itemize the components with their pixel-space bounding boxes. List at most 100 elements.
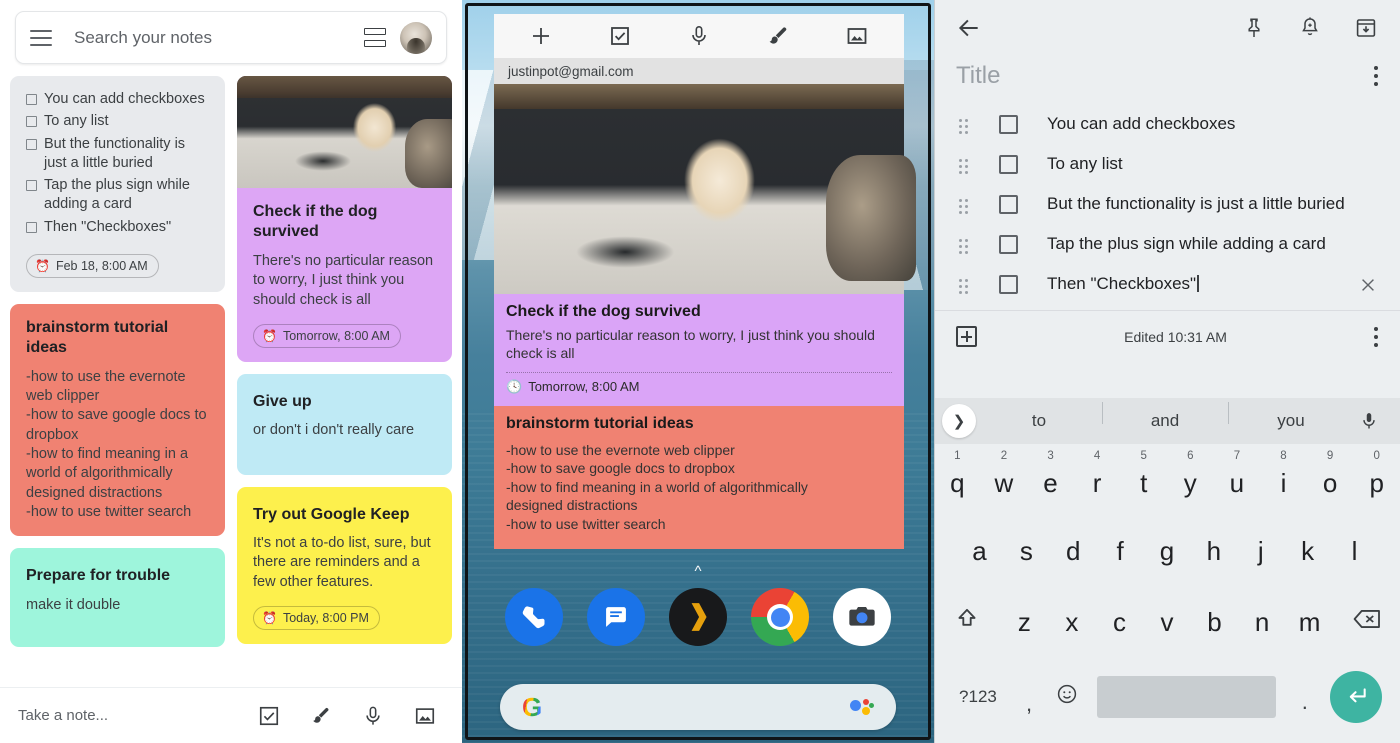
key-s[interactable]: s bbox=[1003, 536, 1050, 567]
checkbox-icon[interactable] bbox=[999, 275, 1018, 295]
key-n[interactable]: n bbox=[1238, 607, 1286, 638]
widget-note-brainstorm[interactable]: brainstorm tutorial ideas -how to use th… bbox=[494, 405, 904, 550]
key-b[interactable]: b bbox=[1191, 607, 1239, 638]
key-t[interactable]: 5t bbox=[1120, 450, 1167, 499]
comma-key[interactable]: , bbox=[1010, 677, 1048, 717]
google-assistant-icon[interactable] bbox=[850, 699, 874, 715]
title-input[interactable]: Title bbox=[956, 62, 1374, 90]
reminder-chip[interactable]: ⏰ Today, 8:00 PM bbox=[253, 605, 380, 630]
checkbox-icon[interactable] bbox=[999, 115, 1018, 134]
list-item[interactable]: Tap the plus sign while adding a card bbox=[26, 176, 209, 215]
drag-handle-icon[interactable] bbox=[959, 199, 971, 215]
key-e[interactable]: 3e bbox=[1027, 450, 1074, 499]
symbols-key[interactable]: ?123 bbox=[946, 687, 1010, 707]
checkbox-icon[interactable] bbox=[26, 180, 37, 192]
key-o[interactable]: 9o bbox=[1307, 450, 1354, 499]
suggestion-chip[interactable]: and bbox=[1102, 402, 1228, 431]
list-item[interactable]: To any list bbox=[26, 112, 209, 131]
backspace-key-icon[interactable] bbox=[1333, 606, 1400, 639]
note-card-prepare[interactable]: Prepare for trouble make it double bbox=[10, 548, 225, 647]
checkbox-icon[interactable] bbox=[26, 116, 37, 128]
list-item[interactable]: You can add checkboxes bbox=[26, 90, 209, 109]
checkbox-icon[interactable] bbox=[258, 705, 280, 727]
list-item-label[interactable]: You can add checkboxes bbox=[1047, 113, 1378, 135]
list-item-label[interactable]: But the functionality is just a little b… bbox=[1047, 193, 1378, 215]
editor-list-item[interactable]: You can add checkboxes bbox=[934, 104, 1400, 144]
user-avatar[interactable] bbox=[400, 21, 432, 54]
suggestion-chip[interactable]: you bbox=[1228, 402, 1354, 431]
key-p[interactable]: 0p bbox=[1353, 450, 1400, 499]
drag-handle-icon[interactable] bbox=[959, 279, 971, 295]
close-icon[interactable] bbox=[1358, 275, 1378, 295]
key-m[interactable]: m bbox=[1286, 607, 1334, 638]
key-h[interactable]: h bbox=[1190, 536, 1237, 567]
list-view-icon[interactable] bbox=[364, 28, 386, 47]
checkbox-icon[interactable] bbox=[999, 155, 1018, 175]
checkbox-icon[interactable] bbox=[608, 24, 632, 48]
editor-list-item[interactable]: But the functionality is just a little b… bbox=[934, 184, 1400, 224]
key-k[interactable]: k bbox=[1284, 536, 1331, 567]
enter-key-icon[interactable] bbox=[1330, 671, 1383, 723]
list-item-label[interactable]: To any list bbox=[1047, 153, 1378, 175]
widget-note-dog[interactable]: Check if the dog survived There's no par… bbox=[494, 294, 904, 406]
back-arrow-icon[interactable] bbox=[956, 15, 982, 41]
list-item[interactable]: But the functionality is just a little b… bbox=[26, 135, 209, 174]
key-u[interactable]: 7u bbox=[1214, 450, 1261, 499]
chevron-up-icon[interactable]: ^ bbox=[694, 563, 701, 580]
drag-handle-icon[interactable] bbox=[959, 159, 971, 175]
key-d[interactable]: d bbox=[1050, 536, 1097, 567]
google-search-widget[interactable]: G bbox=[500, 684, 896, 730]
drag-handle-icon[interactable] bbox=[959, 119, 971, 135]
key-a[interactable]: a bbox=[956, 536, 1003, 567]
checkbox-icon[interactable] bbox=[999, 235, 1018, 255]
period-key[interactable]: . bbox=[1286, 679, 1324, 715]
key-l[interactable]: l bbox=[1331, 536, 1378, 567]
phone-app-icon[interactable] bbox=[505, 588, 563, 646]
search-bar[interactable]: Search your notes bbox=[15, 11, 447, 64]
suggestion-chip[interactable]: to bbox=[976, 411, 1102, 431]
reminder-chip[interactable]: ⏰ Feb 18, 8:00 AM bbox=[26, 253, 159, 278]
overflow-menu-icon[interactable] bbox=[1374, 66, 1378, 86]
note-card-dog[interactable]: Check if the dog survived There's no par… bbox=[237, 76, 452, 362]
checkbox-icon[interactable] bbox=[26, 138, 37, 150]
checkbox-icon[interactable] bbox=[26, 221, 37, 233]
reminder-bell-icon[interactable] bbox=[1298, 16, 1322, 40]
brush-icon[interactable] bbox=[766, 24, 790, 48]
space-key[interactable] bbox=[1096, 676, 1276, 718]
search-input[interactable]: Search your notes bbox=[74, 28, 364, 48]
hamburger-menu-icon[interactable] bbox=[30, 29, 52, 46]
list-item-label[interactable]: Then "Checkboxes" bbox=[1047, 273, 1358, 295]
chrome-app-icon[interactable] bbox=[751, 588, 809, 646]
microphone-icon[interactable] bbox=[362, 705, 384, 727]
key-y[interactable]: 6y bbox=[1167, 450, 1214, 499]
checkbox-icon[interactable] bbox=[999, 195, 1018, 215]
plex-app-icon[interactable] bbox=[669, 588, 727, 646]
key-g[interactable]: g bbox=[1144, 536, 1191, 567]
add-box-icon[interactable] bbox=[956, 326, 977, 348]
key-r[interactable]: 4r bbox=[1074, 450, 1121, 499]
image-icon[interactable] bbox=[414, 705, 436, 727]
note-card-brainstorm[interactable]: brainstorm tutorial ideas -how to use th… bbox=[10, 303, 225, 537]
brush-icon[interactable] bbox=[310, 705, 332, 727]
editor-list-item-focused[interactable]: Then "Checkboxes" bbox=[934, 264, 1400, 304]
editor-list-item[interactable]: Tap the plus sign while adding a card bbox=[934, 224, 1400, 264]
messages-app-icon[interactable] bbox=[587, 588, 645, 646]
key-v[interactable]: v bbox=[1143, 607, 1191, 638]
key-w[interactable]: 2w bbox=[981, 450, 1028, 499]
key-z[interactable]: z bbox=[1001, 607, 1049, 638]
take-a-note-bar[interactable]: Take a note... bbox=[0, 687, 462, 743]
key-j[interactable]: j bbox=[1237, 536, 1284, 567]
note-card-try-keep[interactable]: Try out Google Keep It's not a to-do lis… bbox=[237, 486, 452, 644]
checkbox-icon[interactable] bbox=[26, 94, 37, 105]
plus-icon[interactable] bbox=[529, 24, 553, 48]
microphone-icon[interactable] bbox=[1354, 410, 1384, 432]
shift-key-icon[interactable] bbox=[934, 606, 1001, 639]
emoji-key-icon[interactable] bbox=[1048, 682, 1086, 713]
key-q[interactable]: 1q bbox=[934, 450, 981, 499]
key-f[interactable]: f bbox=[1097, 536, 1144, 567]
drag-handle-icon[interactable] bbox=[959, 239, 971, 255]
editor-list-item[interactable]: To any list bbox=[934, 144, 1400, 184]
take-a-note-input[interactable]: Take a note... bbox=[18, 707, 258, 724]
image-icon[interactable] bbox=[845, 24, 869, 48]
note-card-giveup[interactable]: Give up or don't i don't really care bbox=[237, 373, 452, 475]
